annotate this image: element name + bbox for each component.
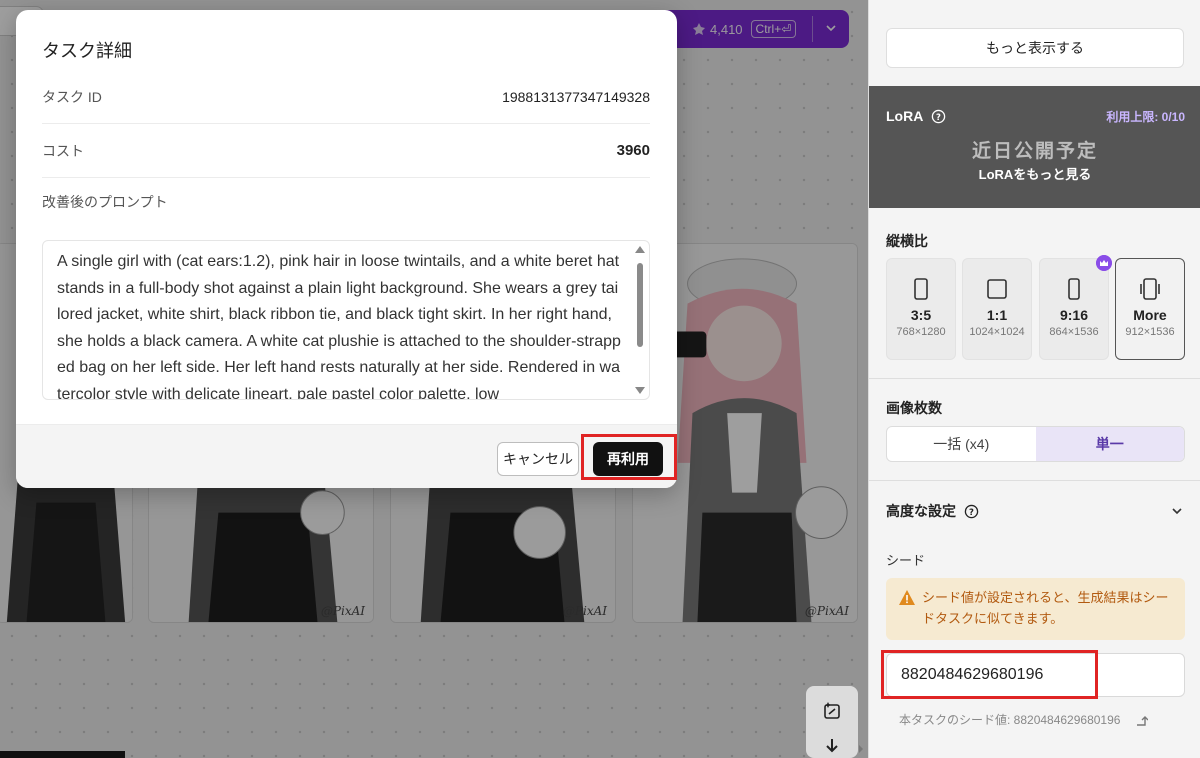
seed-label: シード [886, 553, 926, 568]
cost-label: コスト [42, 143, 84, 159]
seed-warning-text: シード値が設定されると、生成結果はシードタスクに似てきます。 [922, 590, 1169, 626]
prompt-textarea[interactable]: A single girl with (cat ears:1.2), pink … [42, 240, 650, 400]
lora-coming-soon: 近日公開予定 [971, 141, 1098, 162]
cost-value: 3960 [616, 142, 650, 159]
aspect-option-more[interactable]: More 912×1536 [1115, 258, 1185, 360]
magic-edit-icon[interactable] [820, 698, 844, 722]
aspect-option-1-1[interactable]: 1:1 1024×1024 [962, 258, 1032, 360]
svg-text:?: ? [936, 111, 941, 121]
image-count-batch[interactable]: 一括 (x4) [887, 427, 1036, 461]
square-frame-icon [987, 279, 1007, 299]
help-icon[interactable]: ? [964, 504, 979, 519]
aspect-size-label: 768×1280 [896, 326, 946, 338]
task-id-label: タスク ID [42, 89, 102, 105]
image-count-toggle: 一括 (x4) 単一 [886, 426, 1185, 462]
aspect-ratio-label: 1:1 [986, 307, 1008, 323]
scroll-up-icon[interactable] [635, 245, 645, 253]
lora-see-more-link[interactable]: LoRAをもっと見る [869, 164, 1200, 183]
seed-hint: 本タスクのシード値: 8820484629680196 [899, 711, 1149, 728]
lora-section: LoRA ? 利用上限: 0/10 近日公開予定 LoRAをもっと見る [869, 86, 1200, 208]
aspect-size-label: 1024×1024 [969, 326, 1025, 338]
apply-seed-icon[interactable] [1134, 713, 1149, 727]
lora-title-text: LoRA [886, 108, 924, 124]
task-id-row: タスク ID 1988131377347149328 [42, 70, 650, 124]
aspect-option-3-5[interactable]: 3:5 768×1280 [886, 258, 956, 360]
cancel-button[interactable]: キャンセル [497, 442, 579, 476]
download-icon[interactable] [820, 736, 844, 758]
collapse-arrow-icon[interactable] [858, 745, 864, 753]
aspect-ratio-label: 9:16 [1059, 307, 1089, 323]
aspect-option-9-16[interactable]: 9:16 864×1536 [1039, 255, 1112, 360]
aspect-size-label: 864×1536 [1049, 326, 1099, 338]
seed-warning: シード値が設定されると、生成結果はシードタスクに似てきます。 [886, 578, 1185, 640]
svg-text:?: ? [969, 506, 974, 516]
reuse-button-highlight [581, 434, 677, 480]
advanced-settings-header[interactable]: 高度な設定 ? [886, 501, 979, 521]
prompt-label: 改善後のプロンプト [42, 194, 168, 210]
tall-frame-icon [1068, 278, 1080, 300]
section-divider [869, 378, 1200, 379]
warning-icon [899, 590, 915, 605]
scrollbar-thumb[interactable] [637, 263, 643, 347]
seed-hint-text: 本タスクのシード値: 8820484629680196 [899, 713, 1121, 727]
task-id-value: 1988131377347149328 [502, 89, 650, 105]
settings-panel: もっと表示する LoRA ? 利用上限: 0/10 近日公開予定 LoRAをもっ… [868, 0, 1200, 758]
image-count-title: 画像枚数 [886, 400, 942, 416]
more-frames-icon [1140, 278, 1160, 300]
chevron-down-icon[interactable] [1171, 505, 1183, 517]
aspect-ratio-label: More [1133, 307, 1167, 323]
portrait-frame-icon [914, 278, 928, 300]
prompt-scrollbar[interactable] [635, 245, 645, 395]
help-icon[interactable]: ? [931, 109, 946, 124]
lora-limit: 利用上限: 0/10 [1106, 110, 1185, 124]
aspect-ratio-title: 縦横比 [886, 233, 928, 249]
show-more-button[interactable]: もっと表示する [886, 28, 1184, 68]
modal-footer: キャンセル 再利用 [16, 424, 677, 488]
section-divider [869, 480, 1200, 481]
aspect-ratio-label: 3:5 [910, 307, 932, 323]
image-count-single[interactable]: 単一 [1035, 427, 1184, 461]
aspect-size-label: 912×1536 [1125, 326, 1175, 338]
modal-title: タスク詳細 [42, 41, 132, 61]
advanced-settings-title: 高度な設定 [886, 503, 956, 519]
premium-crown-icon [1096, 255, 1112, 271]
task-detail-modal: タスク詳細 タスク ID 1988131377347149328 コスト 396… [16, 10, 677, 488]
side-tools [806, 686, 858, 758]
scroll-down-icon[interactable] [635, 387, 645, 395]
bottom-bar [0, 751, 125, 758]
prompt-text: A single girl with (cat ears:1.2), pink … [57, 253, 621, 400]
seed-input-highlight [881, 650, 1098, 699]
lora-title: LoRA ? [886, 108, 946, 124]
cost-row: コスト 3960 [42, 124, 650, 178]
